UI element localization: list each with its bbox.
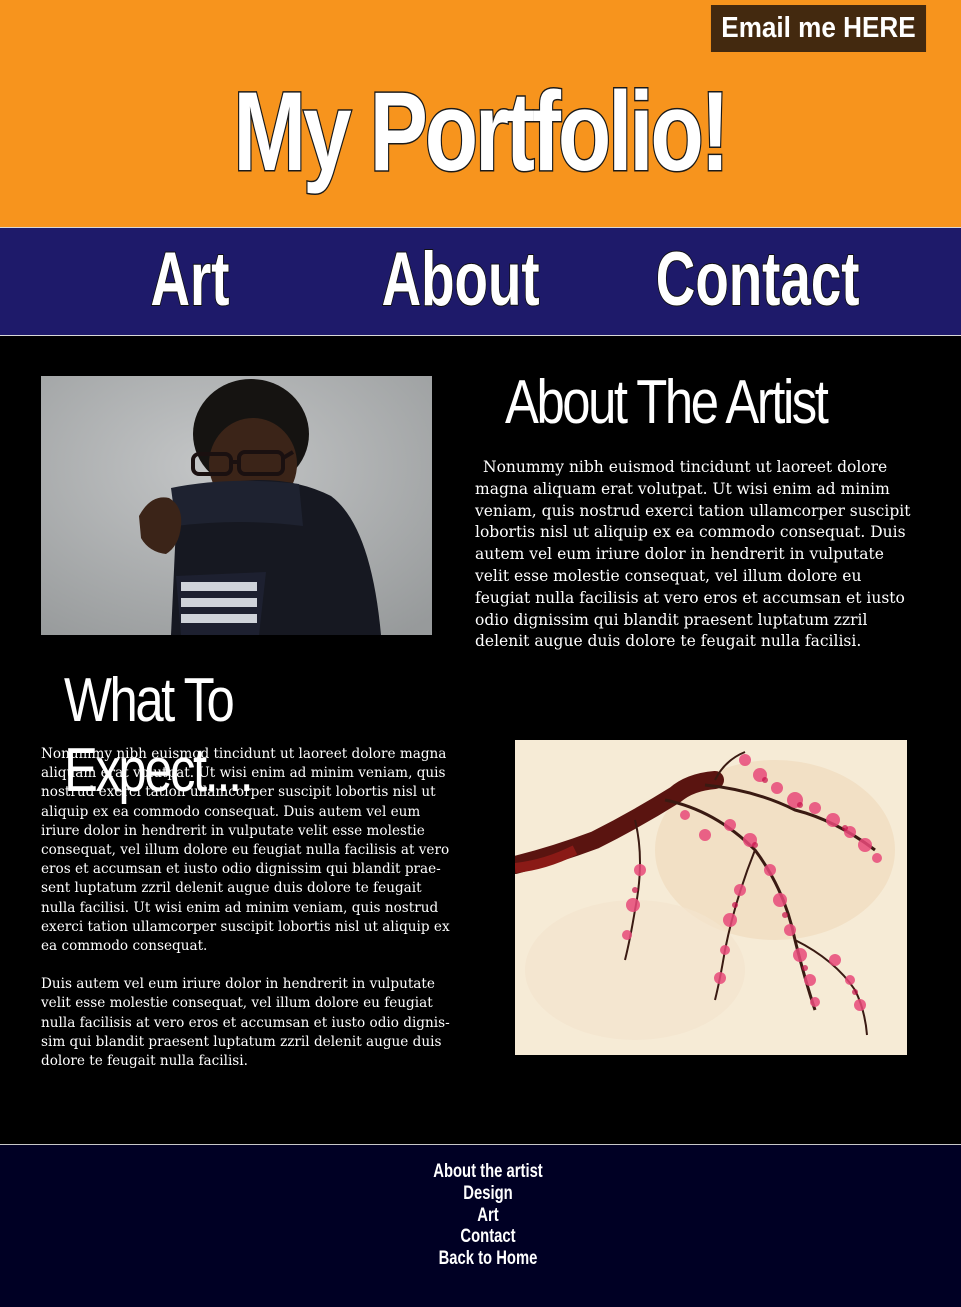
footer-link-back-to-home[interactable]: Back to Home [404, 1248, 572, 1270]
footer-link-design[interactable]: Design [404, 1183, 572, 1205]
footer-link-about-the-artist[interactable]: About the artist [404, 1161, 572, 1183]
about-paragraph: Nonummy nibh euismod tincidunt ut laoree… [475, 458, 911, 651]
footer-links: About the artist Design Art Contact Back… [380, 1161, 596, 1270]
expect-paragraph-2: Duis autem vel eum iriure dolor in hendr… [41, 976, 450, 1070]
footer-link-art[interactable]: Art [404, 1205, 572, 1227]
about-heading: About The Artist [505, 368, 829, 437]
nav-item-about[interactable]: About [381, 239, 540, 321]
what-to-expect-text: Nonummy nibh euismod tincidunt ut laoree… [41, 745, 451, 1090]
main-nav: Art About Contact [0, 228, 961, 336]
email-me-button[interactable]: Email me HERE [710, 5, 927, 52]
expect-paragraph-1: Nonummy nibh euismod tincidunt ut laoree… [41, 746, 450, 955]
site-footer: About the artist Design Art Contact Back… [0, 1144, 961, 1307]
main-content: About The Artist Nonummy nibh euismod ti… [0, 336, 961, 1144]
nav-item-art[interactable]: Art [132, 239, 247, 321]
nav-item-contact[interactable]: Contact [655, 239, 860, 321]
footer-link-contact[interactable]: Contact [404, 1226, 572, 1248]
site-title: My Portfolio! [232, 68, 731, 196]
cherry-blossom-painting [515, 740, 907, 1055]
site-header: Email me HERE My Portfolio! [0, 0, 961, 228]
artist-photo [41, 376, 432, 635]
